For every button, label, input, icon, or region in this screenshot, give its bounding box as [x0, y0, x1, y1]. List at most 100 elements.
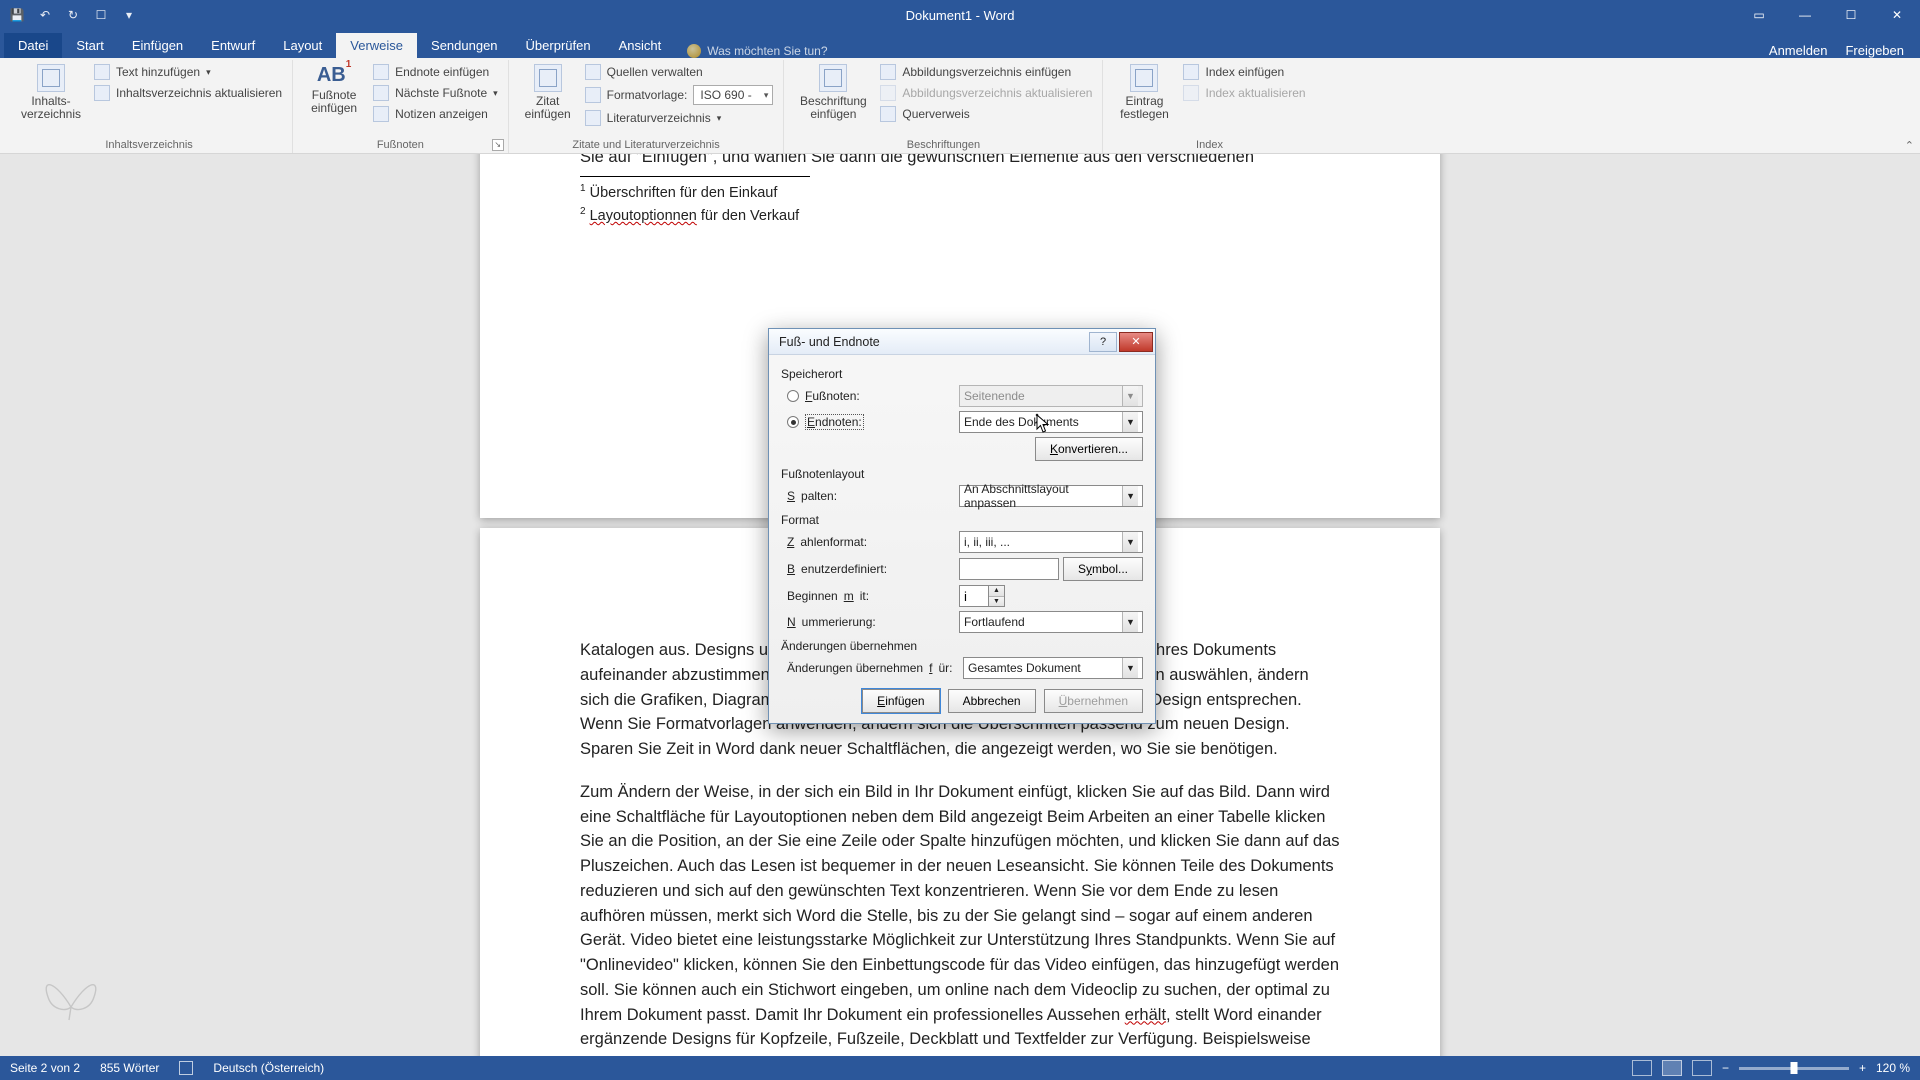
insert-endnote-button[interactable]: Endnote einfügen [373, 64, 498, 80]
symbol-button[interactable]: Symbol... [1063, 557, 1143, 581]
minimize-icon[interactable]: — [1782, 0, 1828, 30]
footnotes-dialog-launcher-icon[interactable]: ↘ [492, 139, 504, 151]
insert-index-button[interactable]: Index einfügen [1183, 64, 1305, 80]
body-text: Beispielsweise können Sie ein passendes … [580, 154, 1340, 170]
web-layout-icon[interactable] [1692, 1060, 1712, 1076]
mark-entry-icon [1130, 64, 1158, 92]
tab-einfuegen[interactable]: Einfügen [118, 33, 197, 58]
ribbon-tabs: Datei Start Einfügen Entwurf Layout Verw… [0, 30, 1920, 58]
group-citations: Zitat einfügen Quellen verwalten Formatv… [509, 60, 785, 153]
next-footnote-icon [373, 85, 389, 101]
insert-tof-button[interactable]: Abbildungsverzeichnis einfügen [880, 64, 1092, 80]
group-captions: Beschriftung einfügen Abbildungsverzeich… [784, 60, 1103, 153]
insert-caption-button[interactable]: Beschriftung einfügen [794, 64, 872, 121]
ribbon-display-options-icon[interactable]: ▭ [1736, 0, 1782, 30]
footnote-1: 1 Überschriften für den Einkauf [580, 181, 1340, 205]
footnotes-location-select: Seitenende▼ [959, 385, 1143, 407]
mark-entry-label: Eintrag festlegen [1120, 95, 1169, 121]
toc-button[interactable]: Inhalts- verzeichnis [16, 64, 86, 121]
update-index-button: Index aktualisieren [1183, 85, 1305, 101]
bibliography-button[interactable]: Literaturverzeichnis ▾ [585, 110, 774, 126]
dialog-close-icon[interactable]: ✕ [1119, 332, 1153, 352]
tab-sendungen[interactable]: Sendungen [417, 33, 512, 58]
dialog-title: Fuß- und Endnote [779, 335, 880, 349]
chevron-down-icon[interactable]: ▼ [1122, 612, 1138, 632]
add-text-button[interactable]: Text hinzufügen ▾ [94, 64, 282, 80]
customize-qat-icon[interactable]: ▾ [120, 6, 138, 24]
columns-select[interactable]: An Abschnittslayout anpassen▼ [959, 485, 1143, 507]
window-title: Dokument1 - Word [906, 8, 1015, 23]
chevron-down-icon[interactable]: ▼ [1122, 532, 1138, 552]
zoom-level[interactable]: 120 % [1876, 1061, 1910, 1075]
section-format: Format [781, 513, 1143, 527]
ribbon: Inhalts- verzeichnis Text hinzufügen ▾ I… [0, 58, 1920, 154]
save-icon[interactable]: 💾 [8, 6, 26, 24]
endnotes-location-select[interactable]: Ende des Dokuments▼ [959, 411, 1143, 433]
spellcheck-icon[interactable] [179, 1061, 193, 1075]
zoom-slider[interactable] [1739, 1067, 1849, 1070]
apply-button: Übernehmen [1044, 689, 1143, 713]
tof-icon [880, 64, 896, 80]
status-page[interactable]: Seite 2 von 2 [10, 1061, 80, 1075]
lightbulb-icon [687, 44, 701, 58]
print-layout-icon[interactable] [1662, 1060, 1682, 1076]
tell-me-search[interactable]: Was möchten Sie tun? [687, 44, 827, 58]
status-word-count[interactable]: 855 Wörter [100, 1061, 159, 1075]
collapse-ribbon-icon[interactable]: ⌃ [1905, 139, 1914, 153]
undo-icon[interactable]: ↶ [36, 6, 54, 24]
footnotes-radio[interactable] [787, 390, 799, 402]
tab-layout[interactable]: Layout [269, 33, 336, 58]
tell-me-placeholder: Was möchten Sie tun? [707, 44, 827, 58]
update-tof-icon [880, 85, 896, 101]
custom-mark-input[interactable] [959, 558, 1059, 580]
footnote-endnote-dialog: Fuß- und Endnote ? ✕ Speicherort Fußnote… [768, 328, 1156, 724]
apply-to-select[interactable]: Gesamtes Dokument▼ [963, 657, 1143, 679]
tab-file[interactable]: Datei [4, 33, 62, 58]
next-footnote-button[interactable]: Nächste Fußnote ▾ [373, 85, 498, 101]
insert-caption-label: Beschriftung einfügen [800, 95, 867, 121]
quick-access-toolbar: 💾 ↶ ↻ ☐ ▾ [0, 6, 138, 24]
mark-entry-button[interactable]: Eintrag festlegen [1113, 64, 1175, 121]
numbering-select[interactable]: Fortlaufend▼ [959, 611, 1143, 633]
tab-start[interactable]: Start [62, 33, 117, 58]
close-icon[interactable]: ✕ [1874, 0, 1920, 30]
tab-verweise[interactable]: Verweise [336, 33, 417, 58]
insert-footnote-label: Fußnote einfügen [311, 89, 357, 115]
update-toc-button[interactable]: Inhaltsverzeichnis aktualisieren [94, 85, 282, 101]
start-at-spinner[interactable]: ▲▼ [989, 585, 1005, 607]
insert-footnote-button[interactable]: AB1 Fußnote einfügen [303, 64, 365, 115]
maximize-icon[interactable]: ☐ [1828, 0, 1874, 30]
dialog-title-bar[interactable]: Fuß- und Endnote ? ✕ [769, 329, 1155, 355]
crossref-button[interactable]: Querverweis [880, 106, 1092, 122]
citation-style-value[interactable]: ISO 690 - [693, 85, 773, 105]
status-language[interactable]: Deutsch (Österreich) [213, 1061, 324, 1075]
insert-citation-button[interactable]: Zitat einfügen [519, 64, 577, 121]
status-bar: Seite 2 von 2 855 Wörter Deutsch (Österr… [0, 1056, 1920, 1080]
tab-ansicht[interactable]: Ansicht [605, 33, 676, 58]
chevron-down-icon[interactable]: ▼ [1122, 658, 1138, 678]
zoom-out-icon[interactable]: − [1722, 1061, 1729, 1075]
zoom-in-icon[interactable]: + [1859, 1061, 1866, 1075]
chevron-down-icon[interactable]: ▼ [1122, 412, 1138, 432]
watermark-icon [36, 962, 106, 1022]
cancel-button[interactable]: Abbrechen [948, 689, 1036, 713]
add-text-icon [94, 64, 110, 80]
show-notes-button[interactable]: Notizen anzeigen [373, 106, 498, 122]
chevron-down-icon[interactable]: ▼ [1122, 486, 1138, 506]
citation-style-select[interactable]: Formatvorlage: ISO 690 - [585, 85, 774, 105]
sign-in-link[interactable]: Anmelden [1769, 43, 1828, 58]
share-button[interactable]: Freigeben [1845, 43, 1904, 58]
number-format-select[interactable]: i, ii, iii, ...▼ [959, 531, 1143, 553]
tab-ueberpruefen[interactable]: Überprüfen [512, 33, 605, 58]
update-tof-button: Abbildungsverzeichnis aktualisieren [880, 85, 1092, 101]
read-mode-icon[interactable] [1632, 1060, 1652, 1076]
start-at-input[interactable] [959, 585, 989, 607]
endnotes-radio[interactable] [787, 416, 799, 428]
convert-button[interactable]: Konvertieren... [1035, 437, 1143, 461]
insert-button[interactable]: Einfügen [862, 689, 939, 713]
tab-entwurf[interactable]: Entwurf [197, 33, 269, 58]
redo-icon[interactable]: ↻ [64, 6, 82, 24]
dialog-help-icon[interactable]: ? [1089, 332, 1117, 352]
manage-sources-button[interactable]: Quellen verwalten [585, 64, 774, 80]
touch-mode-icon[interactable]: ☐ [92, 6, 110, 24]
